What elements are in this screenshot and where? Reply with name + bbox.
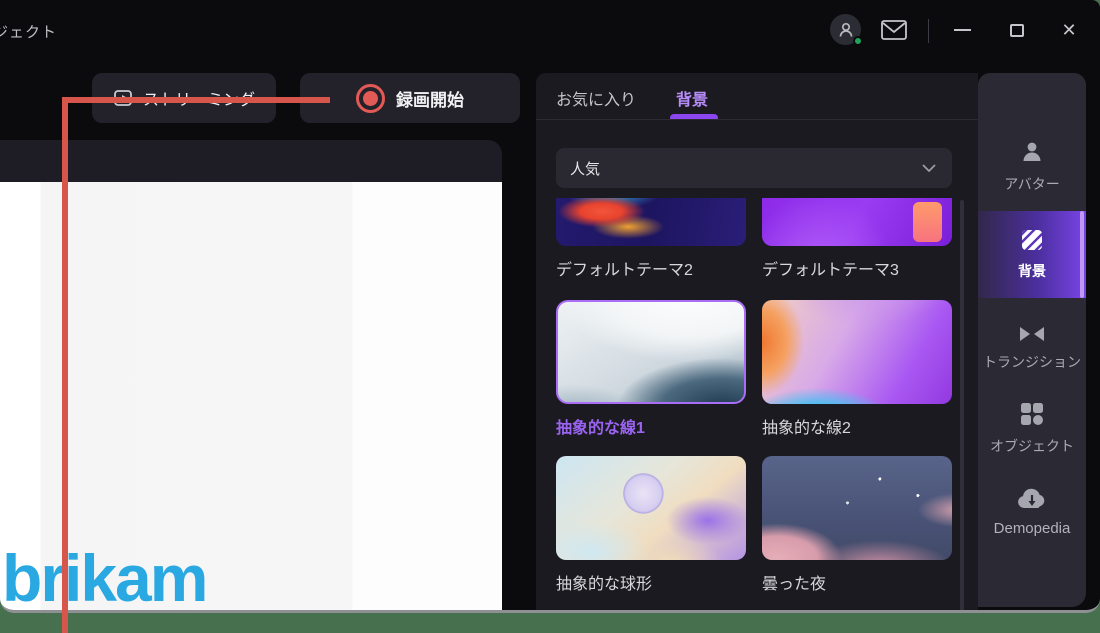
category-sidebar: アバター 背景 xyxy=(978,73,1086,607)
thumbnail-image xyxy=(556,300,746,404)
brand-watermark: brikam xyxy=(2,540,206,610)
sidebar-item-transition[interactable]: トランジション xyxy=(978,325,1086,372)
avatar-person-icon xyxy=(1019,139,1045,165)
mail-icon xyxy=(881,20,907,40)
maximize-button[interactable] xyxy=(1004,18,1030,42)
user-icon xyxy=(837,21,855,39)
minimize-icon xyxy=(954,29,971,31)
annotation-line-vertical xyxy=(62,97,68,633)
camera-preview: brikam xyxy=(0,182,502,610)
chevron-down-icon xyxy=(922,164,936,172)
background-thumbnail-abstract-line-2[interactable]: 抽象的な線2 xyxy=(762,300,952,438)
sidebar-item-label: Demopedia xyxy=(994,520,1071,537)
thumbnail-image xyxy=(556,456,746,560)
background-thumbnail-abstract-line-1[interactable]: 抽象的な線1 xyxy=(556,300,746,438)
account-avatar[interactable] xyxy=(830,14,861,45)
thumbnail-image xyxy=(762,300,952,404)
annotation-line-horizontal xyxy=(62,97,330,103)
mail-button[interactable] xyxy=(881,20,907,40)
objects-shapes-icon xyxy=(1019,401,1045,427)
tab-favorites[interactable]: お気に入り xyxy=(556,86,636,110)
thumbnail-label: 抽象的な線2 xyxy=(762,414,952,438)
canvas-letterbox xyxy=(0,140,502,182)
online-status-dot xyxy=(853,36,863,46)
thumbnail-image xyxy=(762,198,952,246)
sidebar-item-objects[interactable]: オブジェクト xyxy=(978,401,1086,456)
thumbnail-label: デフォルトテーマ3 xyxy=(762,256,952,280)
background-thumbnail-abstract-sphere[interactable]: 抽象的な球形 xyxy=(556,456,746,594)
sort-dropdown-value: 人気 xyxy=(570,158,922,179)
thumbnail-label: デフォルトテーマ2 xyxy=(556,256,746,280)
transition-icon xyxy=(1019,325,1045,343)
sidebar-item-label: オブジェクト xyxy=(990,436,1074,456)
thumbnail-label: 抽象的な線1 xyxy=(556,414,746,438)
app-window: ジェクト ✕ ストリーミン xyxy=(0,0,1100,613)
window-title: ジェクト xyxy=(0,21,57,42)
preview-canvas: brikam xyxy=(0,140,502,610)
minimize-button[interactable] xyxy=(949,18,975,42)
titlebar-separator xyxy=(928,19,929,43)
background-thumbnail-cloudy-night[interactable]: 曇った夜 xyxy=(762,456,952,594)
start-recording-button[interactable]: 録画開始 xyxy=(300,73,520,123)
thumbnail-label: 曇った夜 xyxy=(762,570,952,594)
background-texture-icon xyxy=(1020,228,1044,252)
desktop-background: ジェクト ✕ ストリーミン xyxy=(0,0,1100,633)
thumbnail-image xyxy=(762,456,952,560)
background-thumbnail-default-theme-3[interactable]: デフォルトテーマ3 xyxy=(762,198,952,280)
thumbnail-label: 抽象的な球形 xyxy=(556,570,746,594)
sidebar-item-background[interactable]: 背景 xyxy=(978,211,1086,298)
tab-backgrounds[interactable]: 背景 xyxy=(676,86,708,110)
maximize-icon xyxy=(1010,24,1024,37)
record-icon xyxy=(356,84,385,113)
sidebar-item-label: アバター xyxy=(1004,174,1059,194)
sort-dropdown[interactable]: 人気 xyxy=(556,148,952,188)
record-label: 録画開始 xyxy=(396,86,464,111)
tabs-divider xyxy=(536,119,978,120)
selected-indicator-bar xyxy=(1080,211,1084,298)
background-thumbnail-default-theme-2[interactable]: デフォルトテーマ2 xyxy=(556,198,746,280)
backgrounds-panel: お気に入り 背景 人気 デフォルトテーマ2 デフォルトテーマ3 xyxy=(536,73,978,612)
cloud-download-icon xyxy=(1016,487,1048,511)
sidebar-item-avatar[interactable]: アバター xyxy=(978,139,1086,194)
sidebar-item-label: トランジション xyxy=(983,352,1081,372)
thumbnail-image xyxy=(556,198,746,246)
sidebar-item-label: 背景 xyxy=(1018,261,1046,281)
close-button[interactable]: ✕ xyxy=(1055,16,1083,44)
sidebar-item-demopedia[interactable]: Demopedia xyxy=(978,487,1086,537)
scrollbar[interactable] xyxy=(960,200,964,612)
